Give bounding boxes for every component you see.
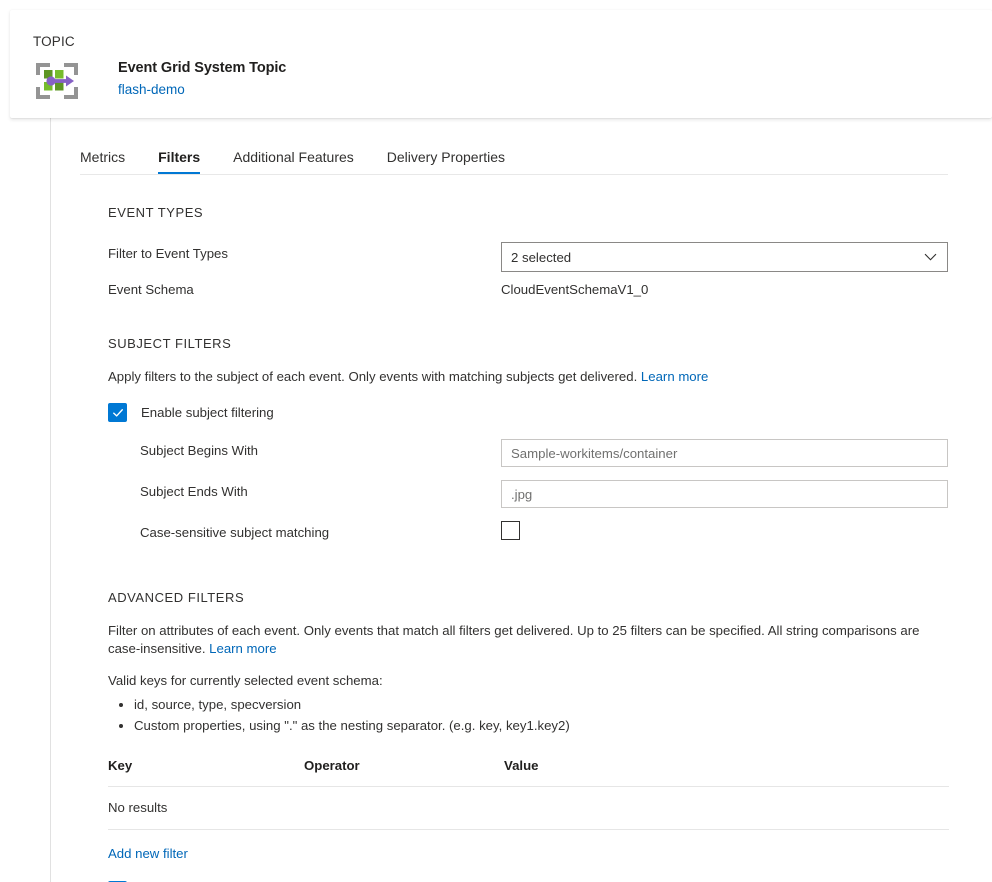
advanced-filters-table: Key Operator Value No results xyxy=(108,758,949,830)
table-empty-message: No results xyxy=(108,787,949,830)
column-header-operator: Operator xyxy=(304,758,504,787)
column-header-key: Key xyxy=(108,758,304,787)
event-types-heading: EVENT TYPES xyxy=(108,205,953,220)
advanced-filters-heading: ADVANCED FILTERS xyxy=(108,590,953,605)
event-grid-system-topic-icon xyxy=(32,60,82,102)
case-sensitive-matching-row: Case-sensitive subject matching xyxy=(108,521,953,545)
enable-subject-filtering-checkbox[interactable] xyxy=(108,403,127,422)
enable-subject-filtering-row[interactable]: Enable subject filtering xyxy=(108,403,953,422)
valid-keys-item: Custom properties, using "." as the nest… xyxy=(134,715,953,736)
subject-begins-with-label: Subject Begins With xyxy=(140,443,258,458)
column-header-value: Value xyxy=(504,758,949,787)
tab-bar: Metrics Filters Additional Features Deli… xyxy=(80,140,538,174)
valid-keys-item: id, source, type, specversion xyxy=(134,694,953,715)
chevron-down-icon xyxy=(924,251,937,264)
case-sensitive-matching-checkbox[interactable] xyxy=(501,521,520,540)
case-sensitive-matching-label: Case-sensitive subject matching xyxy=(140,525,329,540)
valid-keys-list: id, source, type, specversion Custom pro… xyxy=(108,694,953,736)
tab-bar-divider xyxy=(80,174,948,175)
subject-begins-with-row: Subject Begins With xyxy=(108,439,953,470)
tab-delivery-properties[interactable]: Delivery Properties xyxy=(387,149,505,174)
resource-identity: Event Grid System Topic flash-demo xyxy=(32,58,286,102)
resource-name-block: Event Grid System Topic flash-demo xyxy=(118,59,286,99)
resource-header-card: TOPIC xyxy=(10,10,992,118)
event-schema-row: Event Schema CloudEventSchemaV1_0 xyxy=(108,278,953,302)
filter-to-event-types-value: 2 selected xyxy=(511,250,571,265)
enable-subject-filtering-label: Enable subject filtering xyxy=(141,405,274,420)
resource-type-title: Event Grid System Topic xyxy=(118,59,286,78)
page-root: TOPIC xyxy=(0,0,992,882)
table-header-row: Key Operator Value xyxy=(108,758,949,787)
subject-begins-with-input[interactable] xyxy=(501,439,948,467)
resource-name-link[interactable]: flash-demo xyxy=(118,80,286,99)
advanced-filters-description: Filter on attributes of each event. Only… xyxy=(108,622,946,658)
subject-ends-with-input[interactable] xyxy=(501,480,948,508)
tab-additional-features[interactable]: Additional Features xyxy=(233,149,354,174)
add-new-filter-button[interactable]: Add new filter xyxy=(108,846,188,861)
filter-to-event-types-label: Filter to Event Types xyxy=(108,246,228,261)
tab-filters[interactable]: Filters xyxy=(158,149,200,174)
subject-filters-heading: SUBJECT FILTERS xyxy=(108,336,953,351)
subject-ends-with-label: Subject Ends With xyxy=(140,484,248,499)
subject-filters-description: Apply filters to the subject of each eve… xyxy=(108,368,953,386)
advanced-filters-learn-more-link[interactable]: Learn more xyxy=(209,641,276,656)
subject-filters-description-text: Apply filters to the subject of each eve… xyxy=(108,369,637,384)
filter-to-event-types-row: Filter to Event Types 2 selected xyxy=(108,242,953,273)
subject-filters-learn-more-link[interactable]: Learn more xyxy=(641,369,708,384)
subject-ends-with-row: Subject Ends With xyxy=(108,480,953,511)
filter-to-event-types-dropdown[interactable]: 2 selected xyxy=(501,242,948,272)
resource-type-kicker: TOPIC xyxy=(33,34,75,49)
filters-panel: EVENT TYPES Filter to Event Types 2 sele… xyxy=(108,205,953,882)
valid-keys-intro: Valid keys for currently selected event … xyxy=(108,672,953,690)
table-row: No results xyxy=(108,787,949,830)
tab-metrics[interactable]: Metrics xyxy=(80,149,125,174)
event-schema-value: CloudEventSchemaV1_0 xyxy=(501,282,648,297)
event-schema-label: Event Schema xyxy=(108,282,194,297)
left-divider xyxy=(50,118,51,882)
